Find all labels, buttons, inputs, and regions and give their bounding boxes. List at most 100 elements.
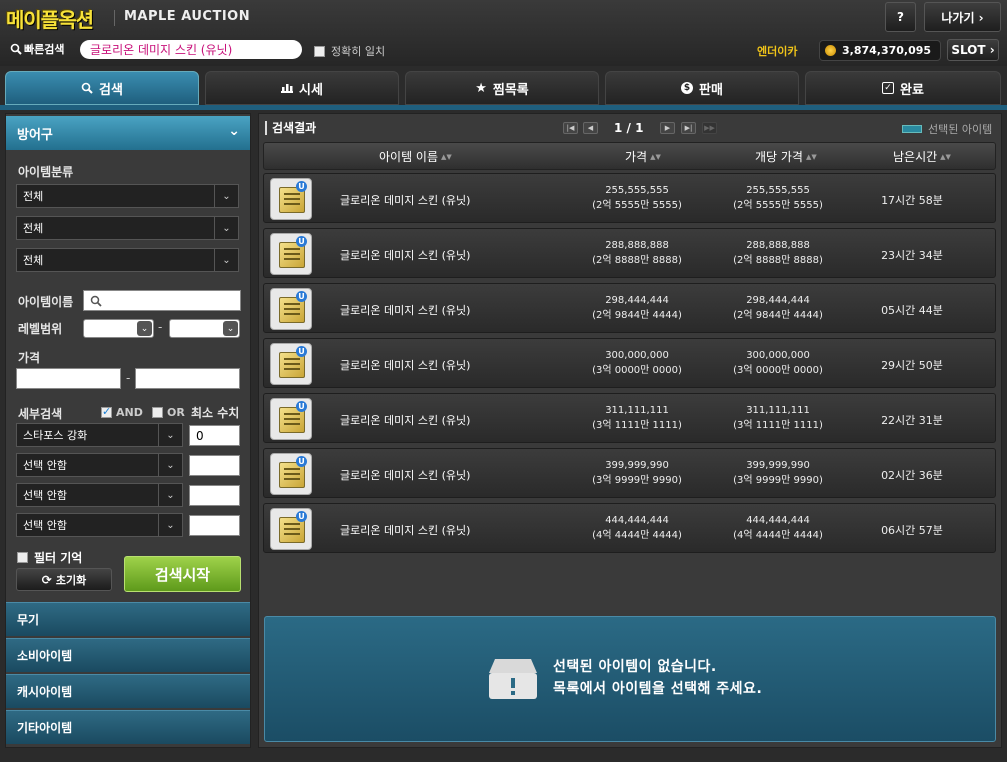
column-header-time-left[interactable]: 남은시간 ▲▼	[893, 148, 951, 165]
prev-page-button[interactable]: ◀	[583, 122, 598, 134]
item-icon: U	[270, 343, 312, 385]
tab-wishlist[interactable]: ★ 찜목록	[405, 71, 599, 105]
price-value: 311,111,111	[605, 405, 669, 416]
price-max-input[interactable]	[135, 368, 240, 389]
column-header-price[interactable]: 가격 ▲▼	[625, 148, 661, 165]
quick-search-text: 빠른검색	[24, 43, 65, 56]
chevron-down-icon: ⌄	[214, 185, 238, 207]
item-icon: U	[270, 288, 312, 330]
tab-market-price[interactable]: 시세	[205, 71, 399, 105]
table-row[interactable]: U 글로리온 데미지 스킨 (유닛) 298,444,444 (2억 9844만 44…	[263, 283, 996, 333]
next-page-button[interactable]: ▶	[660, 122, 675, 134]
first-page-button[interactable]: |◀	[563, 122, 578, 134]
unit-badge-icon: U	[296, 401, 307, 412]
or-toggle[interactable]: OR	[152, 406, 185, 419]
empty-selection-message: 선택된 아이템이 없습니다. 목록에서 아이템을 선택해 주세요.	[553, 656, 762, 700]
detail-min-input-2[interactable]	[189, 455, 240, 476]
table-row[interactable]: U 글로리온 데미지 스킨 (유닛) 311,111,111 (3억 1111만 11…	[263, 393, 996, 443]
chevron-down-icon: ⌄	[158, 454, 182, 476]
select-value: 전체	[23, 190, 44, 203]
unit-price-value: 311,111,111	[746, 405, 810, 416]
price-korean: (2억 8888만 8888)	[592, 255, 682, 266]
sort-icon: ▲▼	[940, 152, 951, 161]
item-unit-price: 255,555,555 (2억 5555만 5555)	[718, 183, 838, 213]
page-indicator: 1 / 1	[614, 121, 644, 135]
level-min-select[interactable]: ⌄	[83, 319, 154, 338]
category-consumable[interactable]: 소비아이템	[6, 638, 250, 672]
reset-button[interactable]: ⟳ 초기화	[16, 568, 112, 591]
last-page-button[interactable]: ▶▶	[702, 122, 717, 134]
tab-label: 검색	[99, 82, 123, 98]
and-toggle[interactable]: AND	[101, 405, 143, 419]
item-name-input[interactable]	[83, 290, 241, 311]
table-row[interactable]: U 글로리온 데미지 스킨 (유닛) 300,000,000 (3억 0000만 00…	[263, 338, 996, 388]
app-subtitle: MAPLE AUCTION	[124, 9, 251, 24]
item-icon: U	[270, 453, 312, 495]
tab-sell[interactable]: $ 판매	[605, 71, 799, 105]
item-price: 444,444,444 (4억 4444만 4444)	[577, 513, 697, 543]
item-icon: U	[270, 508, 312, 550]
detail-option-select-3[interactable]: 선택 안함 ⌄	[16, 483, 183, 507]
category-etc[interactable]: 기타아이템	[6, 710, 250, 744]
next-block-button[interactable]: ▶|	[681, 122, 696, 134]
quick-search-input[interactable]	[80, 40, 302, 59]
exact-match-toggle[interactable]: 정확히 일치	[314, 43, 385, 59]
item-price: 399,999,990 (3억 9999만 9990)	[577, 458, 697, 488]
price-korean: (3억 0000만 0000)	[592, 365, 682, 376]
and-checkbox[interactable]	[101, 405, 112, 418]
price-korean: (2억 9844만 4444)	[592, 310, 682, 321]
or-checkbox[interactable]	[152, 407, 163, 418]
price-value: 298,444,444	[605, 295, 669, 306]
time-left: 05시간 44분	[881, 304, 943, 317]
item-class-select-2[interactable]: 전체 ⌄	[16, 216, 239, 240]
detail-min-input-1[interactable]	[189, 425, 240, 446]
tab-underline	[0, 105, 1007, 110]
column-header-unit-price[interactable]: 개당 가격 ▲▼	[755, 148, 817, 165]
category-dropdown[interactable]: 방어구 ⌄	[6, 116, 250, 150]
price-value: 300,000,000	[605, 350, 669, 361]
filter-memory-toggle[interactable]: 필터 기억	[17, 549, 82, 566]
legend-swatch	[902, 125, 922, 133]
slot-button[interactable]: SLOT ›	[947, 39, 999, 61]
tab-completed[interactable]: ✓ 완료	[805, 71, 1001, 105]
table-row[interactable]: U 글로리온 데미지 스킨 (유닛) 399,999,990 (3억 9999만 99…	[263, 448, 996, 498]
tab-search[interactable]: 검색	[5, 71, 199, 105]
tab-label: 시세	[299, 82, 323, 98]
category-cash[interactable]: 캐시아이템	[6, 674, 250, 708]
exact-match-label: 정확히 일치	[331, 45, 386, 58]
column-header-name[interactable]: 아이템 이름 ▲▼	[379, 148, 452, 165]
item-class-select-3[interactable]: 전체 ⌄	[16, 248, 239, 272]
price-value: 255,555,555	[605, 185, 669, 196]
table-row[interactable]: U 글로리온 데미지 스킨 (유닛) 255,555,555 (2억 5555만 55…	[263, 173, 996, 223]
price-korean: (4억 4444만 4444)	[592, 530, 682, 541]
tab-label: 찜목록	[492, 82, 529, 98]
table-row[interactable]: U 글로리온 데미지 스킨 (유닛) 288,888,888 (2억 8888만 88…	[263, 228, 996, 278]
meso-coin-icon	[825, 45, 836, 56]
chevron-down-icon: ⌄	[158, 424, 182, 446]
category-weapon[interactable]: 무기	[6, 602, 250, 636]
price-min-input[interactable]	[16, 368, 121, 389]
search-start-button[interactable]: 검색시작	[124, 556, 241, 592]
unit-badge-icon: U	[296, 291, 307, 302]
select-value: 선택 안함	[23, 459, 67, 472]
category-title: 방어구	[17, 127, 53, 143]
item-class-select-1[interactable]: 전체 ⌄	[16, 184, 239, 208]
and-label: AND	[116, 406, 143, 419]
item-name: 글로리온 데미지 스킨 (유닛)	[340, 469, 471, 482]
item-icon: U	[270, 233, 312, 275]
detail-min-input-4[interactable]	[189, 515, 240, 536]
detail-option-select-1[interactable]: 스타포스 강화 ⌄	[16, 423, 183, 447]
detail-min-input-3[interactable]	[189, 485, 240, 506]
legend-label: 선택된 아이템	[928, 123, 993, 136]
exit-button[interactable]: 나가기 ›	[924, 2, 1001, 32]
help-button[interactable]: ?	[885, 2, 916, 32]
logo-divider	[114, 10, 115, 26]
level-max-select[interactable]: ⌄	[169, 319, 240, 338]
detail-option-select-2[interactable]: 선택 안함 ⌄	[16, 453, 183, 477]
detail-option-select-4[interactable]: 선택 안함 ⌄	[16, 513, 183, 537]
price-label: 가격	[18, 351, 41, 365]
exact-match-checkbox[interactable]	[314, 45, 325, 57]
table-row[interactable]: U 글로리온 데미지 스킨 (유닛) 444,444,444 (4억 4444만 44…	[263, 503, 996, 553]
selected-legend: 선택된 아이템	[902, 121, 992, 137]
filter-memory-checkbox[interactable]	[17, 552, 28, 563]
